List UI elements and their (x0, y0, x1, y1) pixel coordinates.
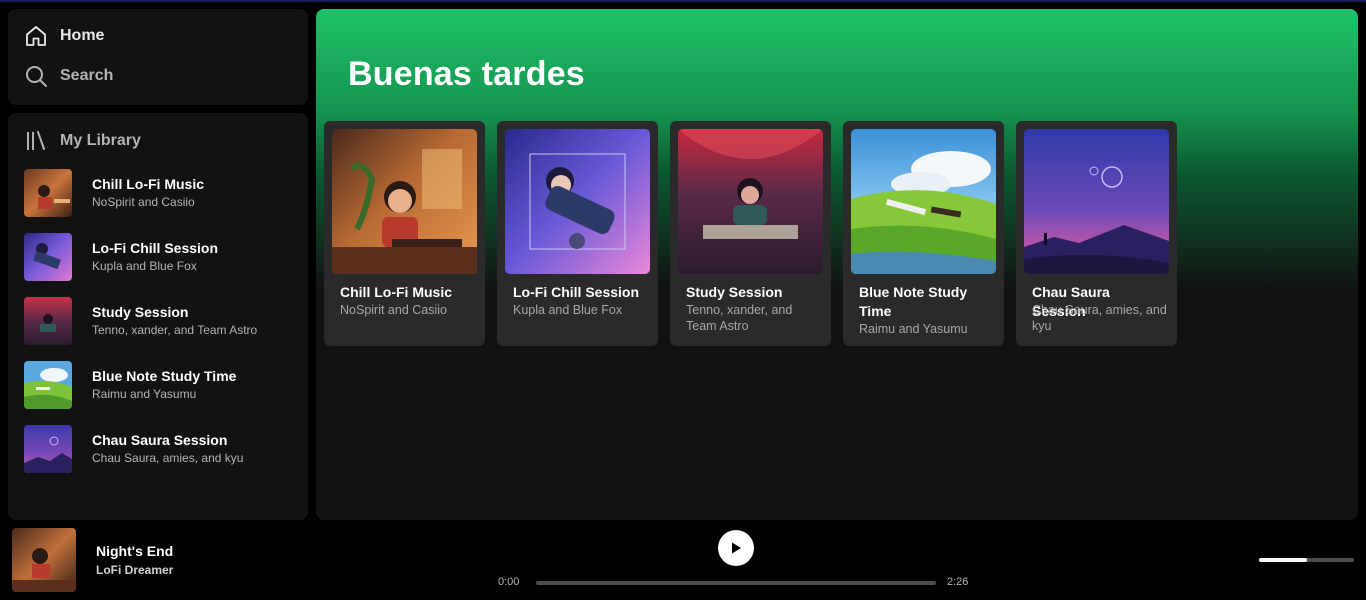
library-item-subtitle: Kupla and Blue Fox (92, 259, 197, 273)
library-title: My Library (60, 132, 141, 149)
play-button[interactable] (718, 530, 754, 566)
volume-slider[interactable] (1259, 558, 1354, 562)
now-playing-bar: Night's End LoFi Dreamer 0:00 2:26 (0, 520, 1366, 600)
now-playing-cover[interactable] (12, 528, 76, 592)
card-title: Chill Lo-Fi Music (340, 284, 452, 300)
nav-home-label: Home (60, 27, 105, 44)
playlist-cover (24, 297, 72, 345)
library-item[interactable]: Blue Note Study Time Raimu and Yasumu (24, 361, 294, 409)
library-item-subtitle: NoSpirit and Casiio (92, 195, 195, 209)
card-subtitle: NoSpirit and Casiio (340, 303, 447, 317)
playlist-cover (24, 233, 72, 281)
library-item[interactable]: Chau Saura Session Chau Saura, amies, an… (24, 425, 294, 473)
card-subtitle: Raimu and Yasumu (859, 322, 968, 336)
library-item-subtitle: Tenno, xander, and Team Astro (92, 323, 258, 337)
playlist-cover (851, 129, 996, 274)
library-item[interactable]: Chill Lo-Fi Music NoSpirit and Casiio (24, 169, 294, 217)
library-item-title: Blue Note Study Time (92, 368, 237, 384)
library-item-title: Study Session (92, 304, 189, 320)
playlist-card[interactable]: Study Session Tenno, xander, and Team As… (670, 121, 831, 346)
card-subtitle: Kupla and Blue Fox (513, 303, 623, 317)
playlist-cover (505, 129, 650, 274)
home-icon (26, 26, 46, 46)
playlist-cover (1024, 129, 1169, 274)
nav-search[interactable]: Search (24, 64, 113, 88)
playlist-cover (24, 169, 72, 217)
volume-fill (1259, 558, 1307, 562)
library-item-subtitle: Raimu and Yasumu (92, 387, 197, 401)
card-subtitle: Tenno, xander, and Team Astro (686, 303, 793, 333)
library-item[interactable]: Study Session Tenno, xander, and Team As… (24, 297, 294, 345)
card-title: Study Session (686, 284, 783, 300)
track-title[interactable]: Night's End (96, 543, 173, 559)
library-item-title: Chill Lo-Fi Music (92, 176, 204, 192)
playlist-card[interactable]: Chau Saura Session Chau Saura, amies, an… (1016, 121, 1177, 346)
current-time: 0:00 (498, 576, 520, 588)
library-header[interactable]: My Library (24, 129, 141, 153)
playlist-cover (24, 425, 72, 473)
window-top-border (0, 0, 1366, 2)
card-subtitle: Chau Saura, amies, and kyu (1032, 303, 1167, 333)
library-item-subtitle: Chau Saura, amies, and kyu (92, 451, 244, 465)
playlist-card[interactable]: Chill Lo-Fi Music NoSpirit and Casiio (324, 121, 485, 346)
nav-home[interactable]: Home (24, 24, 104, 48)
library-panel: My Library Chill Lo-Fi Music NoSpirit an… (8, 113, 308, 520)
card-title: Lo-Fi Chill Session (513, 284, 640, 300)
library-item-title: Chau Saura Session (92, 432, 228, 448)
card-title: Blue Note Study Time (859, 284, 968, 319)
playlist-cover (332, 129, 477, 274)
page-title: Buenas tardes (348, 55, 585, 93)
library-icon (27, 131, 45, 150)
playlist-card[interactable]: Blue Note Study Time Raimu and Yasumu (843, 121, 1004, 346)
track-artist[interactable]: LoFi Dreamer (96, 563, 173, 577)
nav-search-label: Search (60, 67, 114, 84)
playlist-card[interactable]: Lo-Fi Chill Session Kupla and Blue Fox (497, 121, 658, 346)
search-icon (26, 66, 47, 87)
progress-bar[interactable] (536, 581, 936, 585)
sidebar-nav: Home Search (8, 9, 308, 105)
library-item[interactable]: Lo-Fi Chill Session Kupla and Blue Fox (24, 233, 294, 281)
playlist-cover (678, 129, 823, 274)
library-item-title: Lo-Fi Chill Session (92, 240, 219, 256)
play-icon (732, 542, 741, 554)
main-content: Buenas tardes Chill Lo-Fi Music NoSpirit… (316, 9, 1358, 520)
total-time: 2:26 (947, 576, 969, 588)
playlist-cover (24, 361, 72, 409)
